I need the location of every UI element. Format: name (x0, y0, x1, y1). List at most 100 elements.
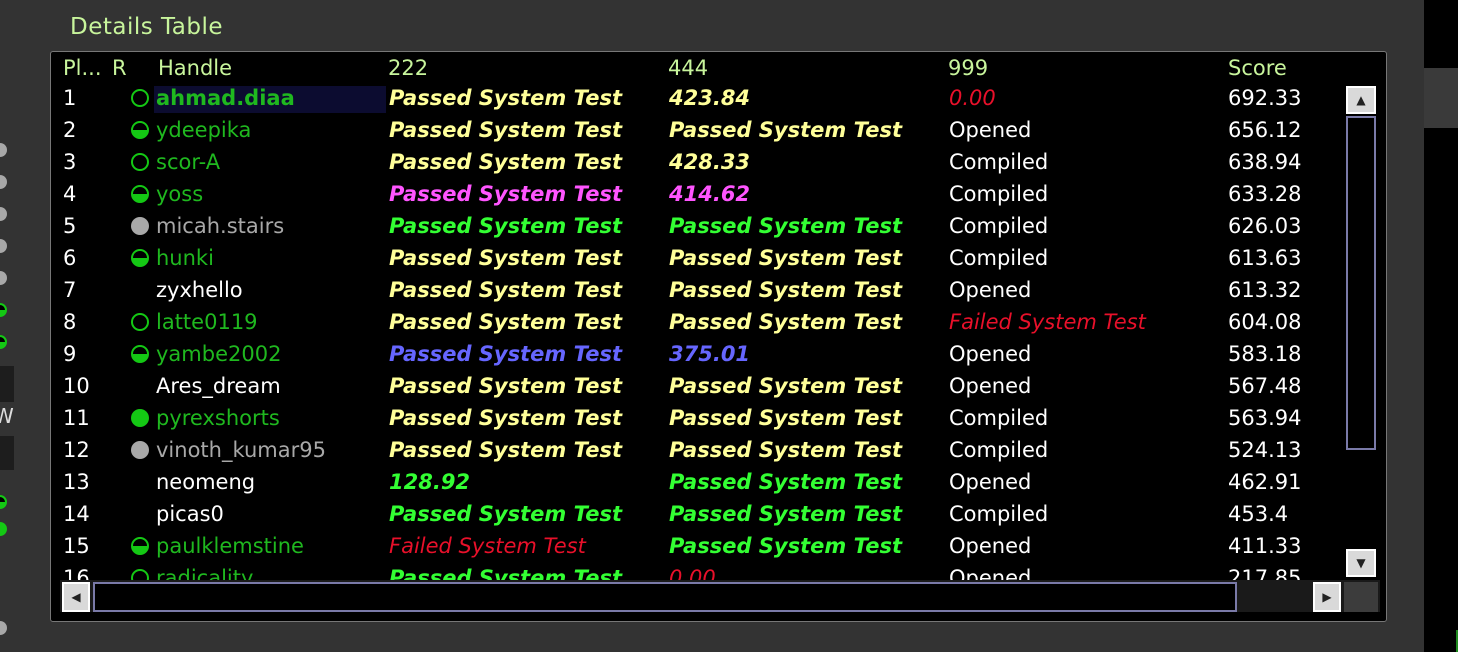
problem-result-cell[interactable]: Passed System Test (669, 242, 902, 274)
table-row[interactable]: 12 vinoth_kumar95 Passed System Test Passed… (58, 434, 1338, 466)
col-header-problem-222[interactable]: 222 (388, 56, 428, 80)
problem-result-cell[interactable]: Passed System Test (669, 370, 902, 402)
scroll-right-icon[interactable]: ▶ (1313, 582, 1341, 612)
horizontal-scroll-thumb[interactable] (93, 582, 1237, 612)
problem-result-cell[interactable]: Opened (949, 370, 1031, 402)
place-cell: 4 (63, 182, 77, 206)
handle-cell[interactable]: hunki (156, 242, 214, 274)
problem-result-cell[interactable]: Passed System Test (389, 338, 622, 370)
handle-cell[interactable]: latte0119 (156, 306, 258, 338)
problem-result-cell[interactable]: Passed System Test (669, 402, 902, 434)
problem-result-cell[interactable]: Compiled (949, 402, 1048, 434)
handle-cell[interactable]: zyxhello (156, 274, 243, 306)
scroll-up-icon[interactable]: ▲ (1346, 86, 1376, 114)
problem-result-cell[interactable]: Passed System Test (669, 498, 902, 530)
problem-result-cell[interactable]: 423.84 (669, 82, 750, 114)
problem-result-cell[interactable]: Opened (949, 114, 1031, 146)
problem-result-cell[interactable]: Passed System Test (669, 114, 902, 146)
problem-result-cell[interactable]: Failed System Test (949, 306, 1146, 338)
problem-result-cell[interactable]: Passed System Test (389, 498, 622, 530)
problem-result-cell[interactable]: Passed System Test (389, 434, 622, 466)
problem-result-cell[interactable]: Passed System Test (389, 242, 622, 274)
problem-result-cell[interactable]: Compiled (949, 242, 1048, 274)
vertical-scroll-thumb[interactable] (1346, 116, 1376, 450)
problem-result-cell[interactable]: Failed System Test (389, 530, 586, 562)
handle-cell[interactable]: yoss (156, 178, 203, 210)
table-row[interactable]: 15 paulklemstine Failed System Test Passed … (58, 530, 1338, 562)
handle-cell[interactable]: neomeng (156, 466, 255, 498)
handle-cell[interactable]: scor-A (156, 146, 220, 178)
problem-result-cell[interactable]: 128.92 (389, 466, 470, 498)
problem-result-cell[interactable]: 414.62 (669, 178, 750, 210)
handle-cell[interactable]: paulklemstine (156, 530, 304, 562)
problem-result-cell[interactable]: Passed System Test (389, 562, 622, 580)
problem-result-cell[interactable]: 0.00 (949, 82, 996, 114)
table-row[interactable]: 14 picas0 Passed System Test Passed System … (58, 498, 1338, 530)
problem-result-cell[interactable]: Compiled (949, 434, 1048, 466)
handle-cell[interactable]: vinoth_kumar95 (156, 434, 326, 466)
problem-result-cell[interactable]: Passed System Test (389, 178, 622, 210)
problem-result-cell[interactable]: Passed System Test (669, 274, 902, 306)
problem-result-cell[interactable]: Compiled (949, 210, 1048, 242)
problem-result-cell[interactable]: Passed System Test (669, 530, 902, 562)
problem-result-cell[interactable]: Passed System Test (669, 306, 902, 338)
problem-result-cell[interactable]: Passed System Test (389, 146, 622, 178)
handle-cell[interactable]: yambe2002 (156, 338, 281, 370)
place-cell: 16 (63, 566, 90, 580)
place-cell: 11 (63, 406, 90, 430)
problem-result-cell[interactable]: Passed System Test (389, 82, 622, 114)
scroll-down-icon[interactable]: ▼ (1346, 549, 1376, 577)
table-row[interactable]: 8 latte0119 Passed System Test Passed Syste… (58, 306, 1338, 338)
handle-cell[interactable]: picas0 (156, 498, 224, 530)
col-header-problem-444[interactable]: 444 (668, 56, 708, 80)
problem-result-cell[interactable]: Passed System Test (389, 402, 622, 434)
table-row[interactable]: 1 ahmad.diaa Passed System Test 423.84 0.00 6… (58, 82, 1338, 114)
handle-cell[interactable]: pyrexshorts (156, 402, 280, 434)
problem-result-cell[interactable]: Compiled (949, 498, 1048, 530)
score-cell: 656.12 (1228, 118, 1302, 142)
table-row[interactable]: 10 Ares_dream Passed System Test Passed Sys… (58, 370, 1338, 402)
place-cell: 15 (63, 534, 90, 558)
scroll-left-icon[interactable]: ◀ (62, 582, 90, 612)
col-header-score[interactable]: Score (1228, 56, 1287, 80)
table-row[interactable]: 6 hunki Passed System Test Passed System Te… (58, 242, 1338, 274)
problem-result-cell[interactable]: Compiled (949, 146, 1048, 178)
table-row[interactable]: 7 zyxhello Passed System Test Passed System… (58, 274, 1338, 306)
table-row[interactable]: 16 radicality Passed System Test 0.00 Opened… (58, 562, 1338, 580)
problem-result-cell[interactable]: Opened (949, 338, 1031, 370)
table-row[interactable]: 5 micah.stairs Passed System Test Passed Sy… (58, 210, 1338, 242)
problem-result-cell[interactable]: Passed System Test (389, 274, 622, 306)
problem-result-cell[interactable]: Passed System Test (669, 210, 902, 242)
table-row[interactable]: 13 neomeng 128.92 Passed System Test Opened 4… (58, 466, 1338, 498)
handle-cell[interactable]: micah.stairs (156, 210, 284, 242)
table-row[interactable]: 9 yambe2002 Passed System Test 375.01 Opened… (58, 338, 1338, 370)
problem-result-cell[interactable]: Passed System Test (389, 114, 622, 146)
problem-result-cell[interactable]: 375.01 (669, 338, 750, 370)
col-header-problem-999[interactable]: 999 (948, 56, 988, 80)
problem-result-cell[interactable]: 0.00 (669, 562, 716, 580)
col-header-rating[interactable]: R (112, 56, 127, 80)
problem-result-cell[interactable]: Opened (949, 530, 1031, 562)
problem-result-cell[interactable]: Passed System Test (669, 434, 902, 466)
table-row[interactable]: 3 scor-A Passed System Test 428.33 Compiled 6… (58, 146, 1338, 178)
problem-result-cell[interactable]: Opened (949, 466, 1031, 498)
problem-result-cell[interactable]: Compiled (949, 178, 1048, 210)
table-row[interactable]: 2 ydeepika Passed System Test Passed System… (58, 114, 1338, 146)
problem-result-cell[interactable]: Passed System Test (389, 210, 622, 242)
handle-cell[interactable]: Ares_dream (156, 370, 281, 402)
problem-result-cell[interactable]: Passed System Test (389, 306, 622, 338)
status-circle-icon (131, 89, 149, 107)
problem-result-cell[interactable]: Opened (949, 562, 1031, 580)
handle-cell[interactable]: ydeepika (156, 114, 251, 146)
table-row[interactable]: 11 pyrexshorts Passed System Test Passed Sy… (58, 402, 1338, 434)
handle-cell[interactable]: ahmad.diaa (156, 82, 295, 114)
col-header-place[interactable]: Pl... (63, 56, 102, 80)
problem-result-cell[interactable]: Passed System Test (389, 370, 622, 402)
problem-result-cell[interactable]: Opened (949, 274, 1031, 306)
problem-result-cell[interactable]: Passed System Test (669, 466, 902, 498)
problem-result-cell[interactable]: 428.33 (669, 146, 750, 178)
table-row[interactable]: 4 yoss Passed System Test 414.62 Compiled 633… (58, 178, 1338, 210)
col-header-handle[interactable]: Handle (158, 56, 232, 80)
handle-cell[interactable]: radicality (156, 562, 253, 580)
status-circle-icon (131, 537, 149, 555)
